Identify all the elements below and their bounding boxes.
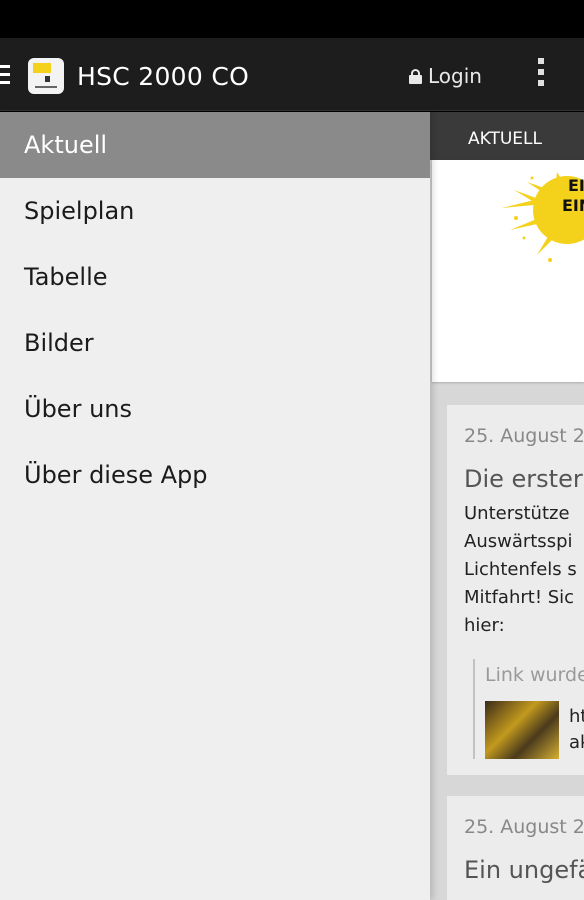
banner-image[interactable]: EI EIN <box>432 160 584 382</box>
news-text: Unterstütze Auswärtsspi Lichtenfels s Mi… <box>464 500 584 640</box>
news-date: 25. August 2 <box>464 816 584 838</box>
news-date: 25. August 2 <box>464 425 584 447</box>
drawer-item-ueber-diese-app[interactable]: Über diese App <box>0 442 430 508</box>
link-url-line: ak <box>569 732 584 753</box>
banner-text: EI EIN <box>562 176 584 216</box>
link-url-line: ht <box>569 706 584 727</box>
login-label: Login <box>428 64 482 88</box>
drawer-item-ueber-uns[interactable]: Über uns <box>0 376 430 442</box>
link-preview[interactable]: Link wurde ht ak <box>473 659 584 759</box>
content-pane: AKTUELL EI EIN 25. August 2 <box>430 112 584 900</box>
status-bar <box>0 0 584 38</box>
lock-icon <box>409 68 422 84</box>
app-title: HSC 2000 CO <box>77 62 250 91</box>
news-title: Die erster <box>464 465 583 493</box>
news-text-line: Auswärtsspi <box>464 531 573 552</box>
drawer-item-aktuell[interactable]: Aktuell <box>0 112 430 178</box>
news-title: Ein ungefä <box>464 856 584 884</box>
banner-text-line-2: EIN <box>562 196 584 215</box>
drawer-item-bilder[interactable]: Bilder <box>0 310 430 376</box>
tab-bar: AKTUELL <box>430 112 584 160</box>
link-thumbnail-image[interactable] <box>485 701 559 759</box>
navigation-drawer: Aktuell Spielplan Tabelle Bilder Über un… <box>0 112 430 900</box>
news-text-line: Mitfahrt! Sic <box>464 587 575 608</box>
overflow-menu-icon[interactable] <box>530 58 552 92</box>
news-text-line: Unterstütze <box>464 503 570 524</box>
news-card[interactable]: 25. August 2 Die erster Unterstütze Ausw… <box>447 405 584 775</box>
tab-aktuell[interactable]: AKTUELL <box>468 129 542 149</box>
drawer-item-tabelle[interactable]: Tabelle <box>0 244 430 310</box>
link-url[interactable]: ht ak <box>569 704 584 756</box>
link-label: Link wurde <box>485 664 584 686</box>
action-bar: HSC 2000 CO Login <box>0 38 584 111</box>
hamburger-icon[interactable] <box>0 65 10 85</box>
news-text-line: hier: <box>464 615 505 636</box>
banner-text-line-1: EI <box>568 176 584 195</box>
app-logo-icon[interactable] <box>28 58 64 94</box>
login-button[interactable]: Login <box>409 64 482 88</box>
news-text-line: Lichtenfels s <box>464 559 577 580</box>
news-card[interactable]: 25. August 2 Ein ungefä <box>447 796 584 900</box>
drawer-item-spielplan[interactable]: Spielplan <box>0 178 430 244</box>
